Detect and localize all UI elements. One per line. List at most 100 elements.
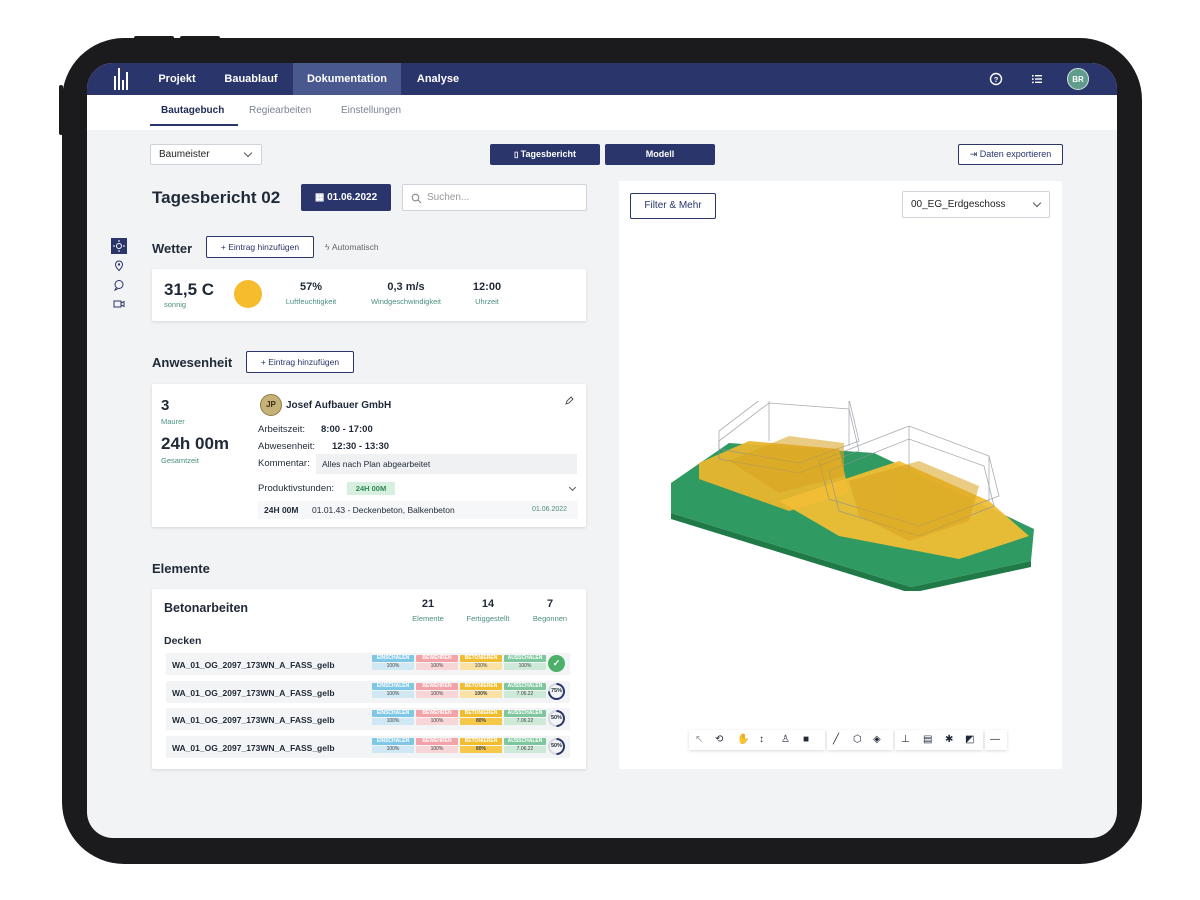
model-viewer[interactable]: Filter & Mehr 00_EG_Erdgeschoss ↖ ⟲ ✋ ↕ … <box>619 181 1062 769</box>
modell-button[interactable]: Modell <box>605 144 715 165</box>
stat-begonnen-label: Begonnen <box>532 614 568 623</box>
calendar-icon: ▦ <box>314 192 328 203</box>
progress-ring: 50% <box>548 710 565 727</box>
export-icon: ⇥ <box>969 149 980 159</box>
comment-field[interactable]: Alles nach Plan abgearbeitet <box>316 454 577 474</box>
fullscreen-icon[interactable]: ◩ <box>965 734 977 746</box>
comment-icon[interactable] <box>111 277 127 293</box>
stat-fertiggestellt-label: Fertiggestellt <box>466 614 510 623</box>
stage-value: 100% <box>416 745 458 753</box>
report-title: Tagesbericht 02 <box>152 188 281 207</box>
productive-entry-row[interactable]: 24H 00M 01.01.43 - Deckenbeton, Balkenbe… <box>258 501 578 519</box>
user-avatar[interactable]: BR <box>1067 68 1089 90</box>
stage-value: 100% <box>372 663 414 670</box>
section-box-icon[interactable]: ⬡ <box>853 734 865 746</box>
viewer-settings-tools: ⊥ ▤ ✱ ◩ <box>895 730 983 750</box>
app-logo-icon[interactable] <box>114 68 130 90</box>
progress-ring-label: 75% <box>550 684 563 698</box>
export-button[interactable]: ⇥ Daten exportieren <box>958 144 1063 165</box>
time-value: 12:00 <box>472 281 502 293</box>
comment-value: Alles nach Plan abgearbeitet <box>322 459 431 469</box>
date-picker-button[interactable]: ▦ 01.06.2022 <box>301 184 391 211</box>
subtab-regiearbeiten[interactable]: Regiearbeiten <box>249 105 311 116</box>
search-input[interactable]: Suchen... <box>402 184 587 211</box>
company-name: Josef Aufbauer GmbH <box>286 400 392 411</box>
properties-icon[interactable]: ▤ <box>923 734 935 746</box>
work-time-label: Arbeitszeit: <box>258 424 305 435</box>
comment-label: Kommentar: <box>258 458 310 469</box>
sun-tool-icon[interactable] <box>111 238 127 254</box>
camera-icon[interactable]: ■ <box>803 734 815 746</box>
minimize-icon[interactable]: — <box>990 734 1002 746</box>
stage-label: BETONIEREN <box>460 682 502 690</box>
attendance-heading: Anwesenheit <box>152 355 233 370</box>
elements-group-title: Betonarbeiten <box>164 601 249 615</box>
building-3d-model[interactable] <box>659 401 1049 591</box>
filter-button[interactable]: Filter & Mehr <box>630 193 716 219</box>
stage-label: AUSSCHALEN <box>504 655 546 662</box>
progress-ring-label: 50% <box>550 739 563 753</box>
nav-tab-dokumentation[interactable]: Dokumentation <box>293 63 401 95</box>
sub-navigation: Bautagebuch Regiearbeiten Einstellungen <box>87 95 1117 130</box>
video-icon[interactable] <box>111 296 127 312</box>
element-row[interactable]: WA_01_OG_2097_173WN_A_FASS_gelb EINSCHALE… <box>166 708 570 730</box>
pan-hand-icon[interactable]: ✋ <box>737 734 749 746</box>
select-cursor-icon[interactable]: ↖ <box>695 734 707 746</box>
list-icon[interactable] <box>1030 72 1044 86</box>
first-person-icon[interactable]: ♙ <box>781 734 793 746</box>
help-icon[interactable]: ? <box>989 72 1003 86</box>
zoom-vertical-icon[interactable]: ↕ <box>759 734 771 746</box>
tagesbericht-button[interactable]: ▯ Tagesbericht <box>490 144 600 165</box>
nav-tab-bauablauf[interactable]: Bauablauf <box>219 63 283 95</box>
element-row[interactable]: WA_01_OG_2097_173WN_A_FASS_gelb EINSCHALE… <box>166 680 570 703</box>
elements-heading: Elemente <box>152 561 210 576</box>
tablet-volume-button <box>134 36 174 40</box>
element-row-name: WA_01_OG_2097_173WN_A_FASS_gelb <box>172 687 335 698</box>
search-placeholder: Suchen... <box>427 192 470 203</box>
nav-tab-analyse[interactable]: Analyse <box>407 63 469 95</box>
weather-heading: Wetter <box>152 241 193 256</box>
tablet-volume-button <box>180 36 220 40</box>
viewer-measure-tools: ╱ ⬡ ◈ <box>827 730 893 750</box>
clipboard-icon: ▯ <box>514 150 521 159</box>
svg-text:?: ? <box>994 75 999 84</box>
wind-label: Windgeschwindigkeit <box>370 297 442 306</box>
stage-value: 100% <box>372 690 414 698</box>
stage-value: 7.06.22 <box>504 718 546 725</box>
role-select-value: Baumeister <box>159 149 210 160</box>
subtab-einstellungen[interactable]: Einstellungen <box>341 105 401 116</box>
explode-icon[interactable]: ◈ <box>873 734 885 746</box>
model-tree-icon[interactable]: ⊥ <box>901 734 913 746</box>
chevron-down-icon <box>243 148 253 158</box>
level-select-value: 00_EG_Erdgeschoss <box>911 199 1006 210</box>
subtab-bautagebuch[interactable]: Bautagebuch <box>161 105 224 116</box>
app-screen: Projekt Bauablauf Dokumentation Analyse … <box>87 63 1117 838</box>
level-select[interactable]: 00_EG_Erdgeschoss <box>902 191 1050 218</box>
stage-label: EINSCHALEN <box>372 737 414 745</box>
stage-value: 100% <box>416 663 458 670</box>
progress-ring: 75% <box>548 682 565 700</box>
role-select[interactable]: Baumeister <box>150 144 262 165</box>
element-row[interactable]: WA_01_OG_2097_173WN_A_FASS_gelb EINSCHALE… <box>166 735 570 758</box>
weather-add-entry-button[interactable]: + Eintrag hinzufügen <box>206 236 314 258</box>
expand-chevron-icon[interactable] <box>568 483 577 492</box>
wind-value: 0,3 m/s <box>387 281 425 293</box>
attendance-add-entry-button[interactable]: + Eintrag hinzufügen <box>246 351 354 373</box>
absence-label: Abwesenheit: <box>258 441 316 452</box>
measure-ruler-icon[interactable]: ╱ <box>833 734 845 746</box>
stage-label: BEWEHREN <box>416 682 458 690</box>
stage-value: 100% <box>504 663 546 670</box>
nav-tab-projekt[interactable]: Projekt <box>149 63 205 95</box>
stage-value: 100% <box>416 718 458 725</box>
edit-pencil-icon[interactable] <box>564 396 574 406</box>
settings-gear-icon[interactable]: ✱ <box>945 734 957 746</box>
weather-auto-toggle[interactable]: ϟ Automatisch <box>325 242 379 252</box>
location-pin-icon[interactable] <box>111 258 127 274</box>
tagesbericht-label: Tagesbericht <box>520 149 576 159</box>
stage-value: 80% <box>460 718 502 725</box>
stage-value: 100% <box>460 663 502 670</box>
element-row[interactable]: WA_01_OG_2097_173WN_A_FASS_gelb EINSCHALE… <box>166 653 570 675</box>
stage-label: BETONIEREN <box>460 655 502 662</box>
stage-label: BETONIEREN <box>460 737 502 745</box>
orbit-icon[interactable]: ⟲ <box>715 734 727 746</box>
